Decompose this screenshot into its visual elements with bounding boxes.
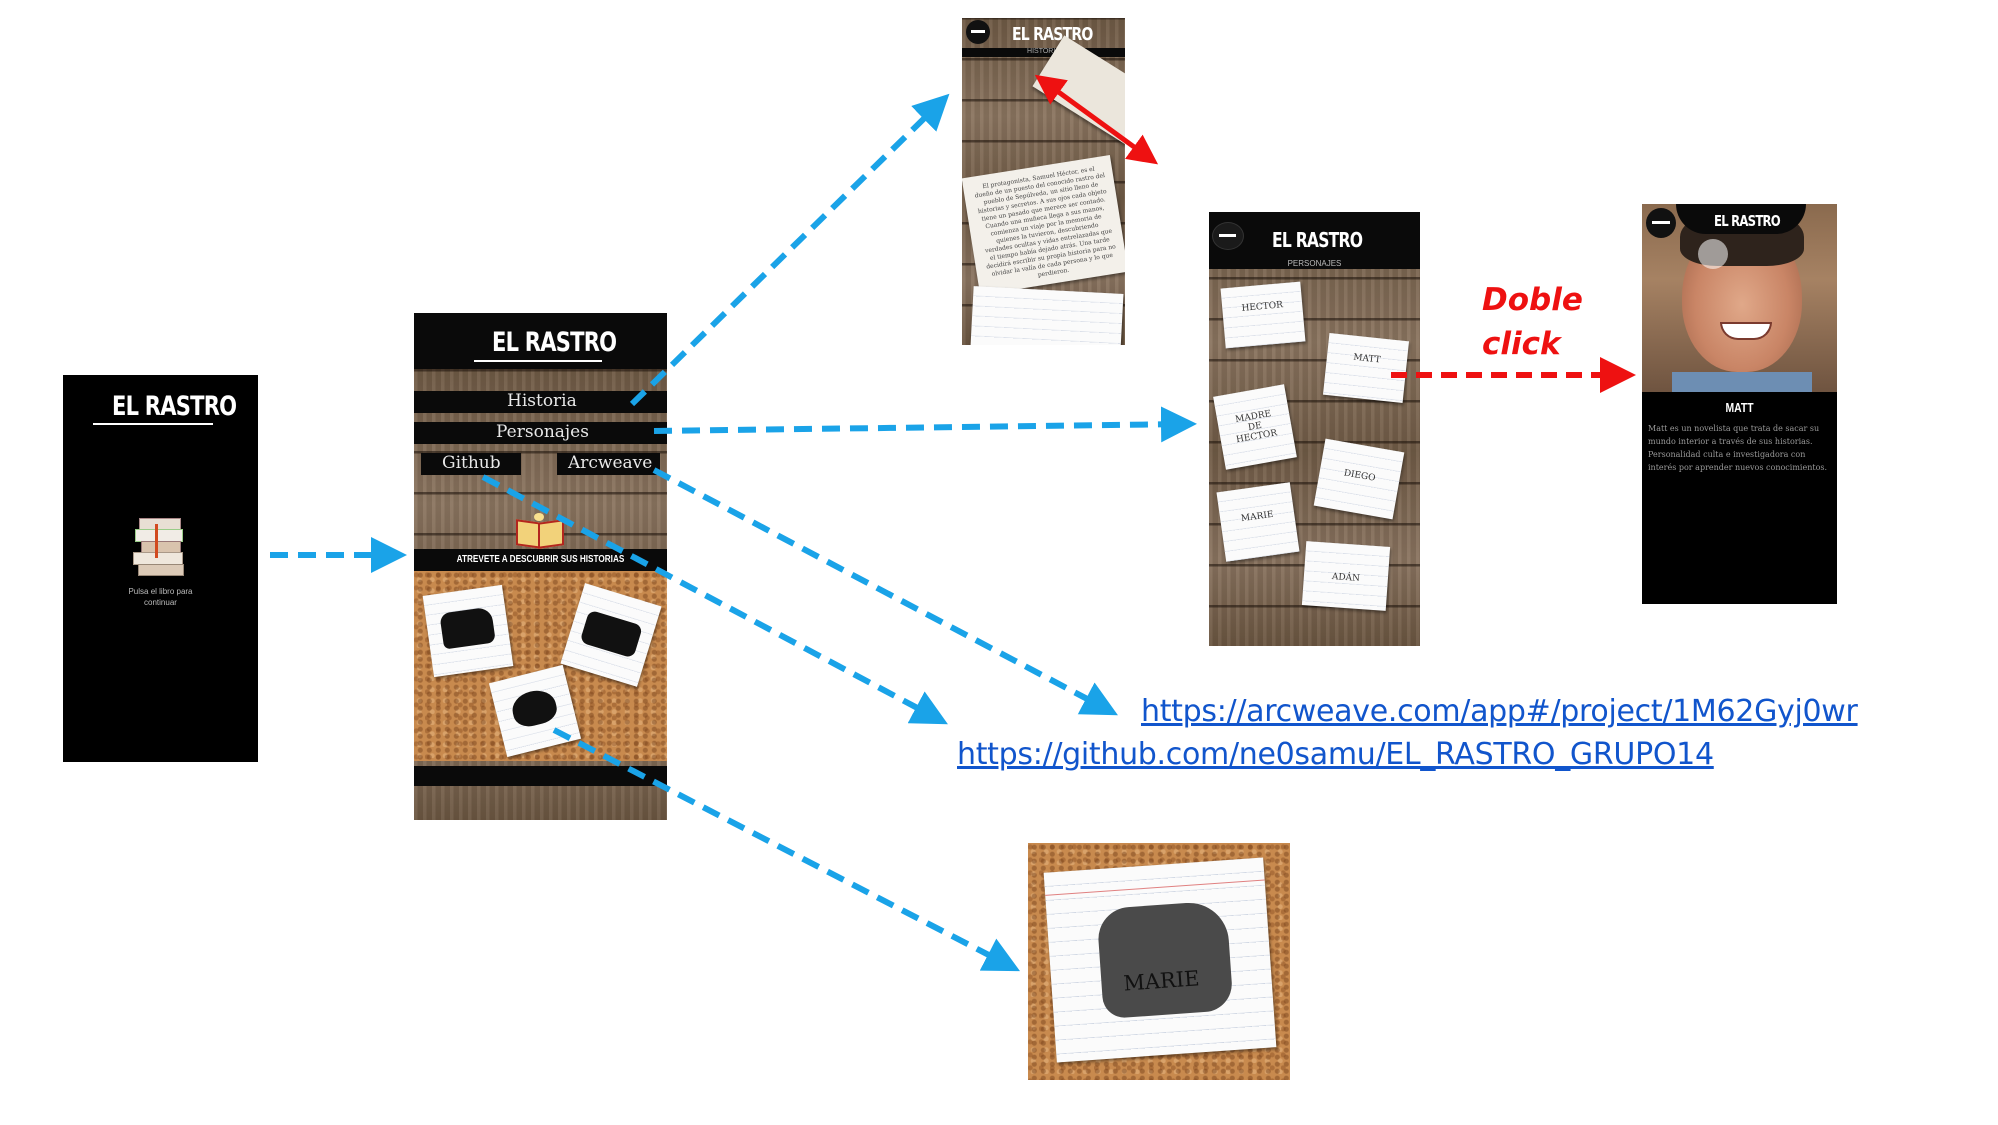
app-logo: EL RASTRO <box>112 391 237 422</box>
logo-underline <box>93 423 213 425</box>
story-text: El protagonista, Samuel Héctor, es el du… <box>974 165 1117 279</box>
story-card-camera[interactable] <box>422 584 514 678</box>
character-card-hector[interactable]: HECTOR <box>1220 281 1306 349</box>
back-button-icon[interactable] <box>1646 208 1676 238</box>
subtitle-text: HISTORIA <box>1027 48 1060 55</box>
back-button-icon[interactable] <box>966 20 990 44</box>
arcweave-link[interactable]: https://arcweave.com/app#/project/1M62Gy… <box>1141 694 1858 729</box>
historia-screen: EL RASTRO HISTORIA El protagonista, Samu… <box>962 18 1125 345</box>
menu-github-label: Github <box>442 453 501 473</box>
banner-text: ATREVETE A DESCUBRIR SUS HISTORIAS <box>456 554 625 565</box>
character-card-matt[interactable]: MATT <box>1322 332 1410 404</box>
book-stack-icon[interactable] <box>133 518 185 576</box>
camera-silhouette <box>1096 900 1234 1020</box>
app-logo: EL RASTRO <box>1012 24 1093 45</box>
tap-indicator <box>1698 239 1728 269</box>
footer-bar <box>414 766 667 786</box>
character-card-marie[interactable]: MARIE <box>1216 482 1300 562</box>
main-menu-screen: EL RASTRO Historia Personajes Github Arc… <box>414 313 667 820</box>
zoomed-paper[interactable]: MARIE <box>1043 857 1277 1063</box>
arrow-historia <box>629 93 950 407</box>
back-button-icon[interactable] <box>1212 222 1244 250</box>
app-logo: EL RASTRO <box>1272 228 1363 252</box>
open-book-icon[interactable] <box>516 513 564 549</box>
lined-paper-bottom <box>970 286 1124 345</box>
splash-screen: EL RASTRO Pulsa el libro para continuar <box>63 375 258 762</box>
logo-underline <box>474 360 602 362</box>
character-card-madre-de-hector[interactable]: MADRE DE HECTOR <box>1213 384 1297 470</box>
character-card-adan[interactable]: ADÁN <box>1301 541 1391 611</box>
story-paper: El protagonista, Samuel Héctor, es el du… <box>962 154 1125 296</box>
click-label: click <box>1482 326 1561 362</box>
menu-personajes-label: Personajes <box>496 422 589 442</box>
character-bio: Matt es un novelista que trata de sacar … <box>1648 424 1828 472</box>
character-card-diego[interactable]: DIEGO <box>1313 438 1405 520</box>
doble-label: Doble <box>1482 282 1583 318</box>
app-logo: EL RASTRO <box>492 327 617 358</box>
arrow-arcweave <box>652 467 1118 716</box>
subtitle-text: PERSONAJES <box>1287 259 1342 268</box>
double-click-annotation: Doble click <box>1482 278 1583 366</box>
arrow-personajes <box>653 406 1197 443</box>
matt-profile-screen: EL RASTRO MATT Matt es un novelista que … <box>1642 204 1837 604</box>
zoomed-card-view: MARIE <box>1028 843 1290 1080</box>
personajes-screen: EL RASTRO PERSONAJES HECTOR MATT MADRE D… <box>1209 212 1420 646</box>
menu-historia-label: Historia <box>507 391 577 411</box>
menu-arcweave-label: Arcweave <box>568 453 653 473</box>
app-logo: EL RASTRO <box>1714 212 1781 230</box>
splash-prompt: Pulsa el libro para continuar <box>128 587 193 607</box>
github-link[interactable]: https://github.com/ne0samu/EL_RASTRO_GRU… <box>957 737 1714 772</box>
character-name: MATT <box>1725 400 1754 415</box>
